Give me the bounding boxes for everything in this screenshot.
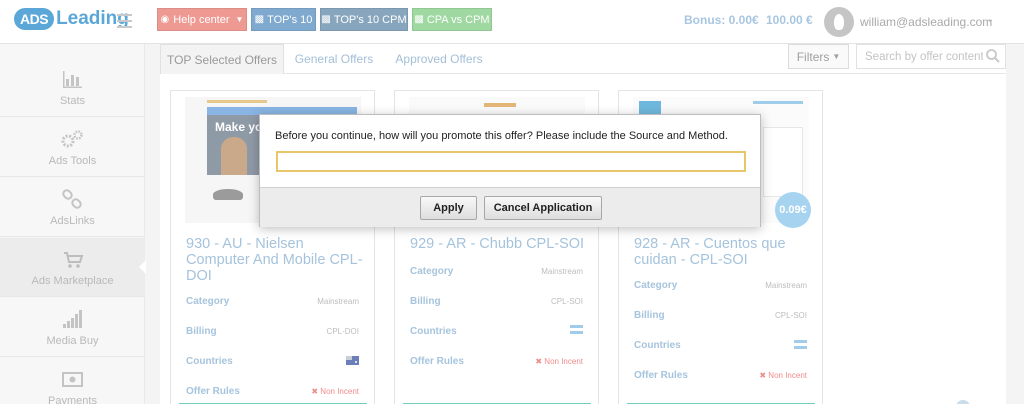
sidebar-item-label: Payments	[48, 395, 97, 404]
help-center-button[interactable]: ◉ Help center ▼	[157, 8, 247, 31]
thumbnail-form	[763, 127, 803, 197]
offer-rules-value: ✖ Non Incent	[535, 357, 583, 366]
bar-chart-icon	[63, 71, 82, 88]
sidebar-item-label: Media Buy	[46, 335, 99, 347]
gears-icon	[61, 130, 83, 148]
apply-button[interactable]: Apply	[420, 196, 477, 220]
offer-rules-value: ✖ Non Incent	[311, 387, 359, 396]
offer-title[interactable]: 929 - AR - Chubb CPL-SOI	[410, 236, 590, 252]
category-label: Category	[634, 280, 678, 291]
category-label: Category	[186, 296, 230, 307]
brand-logo[interactable]: ADS Leading	[14, 8, 129, 30]
thumbnail-logo	[484, 103, 516, 107]
tab-top-selected-offers[interactable]: TOP Selected Offers	[160, 44, 284, 74]
thumbnail-logo	[639, 101, 661, 115]
sidebar-item-label: Ads Tools	[48, 155, 97, 167]
dialog-message: Before you continue, how will you promot…	[275, 130, 728, 142]
sidebar-item-stats[interactable]: Stats	[0, 58, 145, 117]
thumbnail-device	[213, 189, 243, 200]
link-icon	[62, 189, 82, 209]
countries-label: Countries	[410, 326, 457, 337]
sidebar-item-label: Ads Marketplace	[31, 275, 114, 287]
caret-down-icon: ▼	[832, 52, 841, 61]
category-value: Mainstream	[541, 267, 583, 276]
tops-10-button[interactable]: ▩ TOP's 10	[251, 8, 316, 31]
cancel-application-button[interactable]: Cancel Application	[484, 196, 602, 220]
sidebar-item-ads-tools[interactable]: Ads Tools	[0, 118, 145, 177]
billing-label: Billing	[186, 326, 217, 337]
bar-chart-icon: ▩	[321, 14, 331, 25]
sidebar-item-label: Stats	[59, 95, 86, 107]
offer-rules-value: ✖ Non Incent	[759, 371, 807, 380]
category-value: Mainstream	[317, 297, 359, 306]
bar-chart-icon: ▩	[414, 14, 424, 25]
tab-general-offers[interactable]: General Offers	[284, 44, 384, 74]
tops-10-cpm-button[interactable]: ▩ TOP's 10 CPM	[320, 8, 408, 31]
filters-button[interactable]: Filters ▼	[788, 44, 849, 69]
dialog-footer: Apply Cancel Application	[260, 187, 760, 227]
tops-10-cpm-label: TOP's 10 CPM	[333, 13, 407, 26]
billing-label: Billing	[410, 296, 441, 307]
search-icon[interactable]	[985, 48, 1001, 64]
logo-badge: ADS	[14, 8, 55, 30]
offer-title[interactable]: 928 - AR - Cuentos que cuidan - CPL-SOI	[634, 236, 814, 268]
sidebar-item-payments[interactable]: Payments	[0, 358, 145, 404]
offer-rules-text: Non Incent	[320, 387, 359, 396]
user-avatar[interactable]	[824, 7, 854, 37]
sidebar-item-label: AdsLinks	[50, 215, 95, 227]
user-menu-chevron-icon[interactable]: ⌄	[986, 14, 994, 25]
close-icon: ✖	[311, 387, 319, 396]
category-label: Category	[410, 266, 454, 277]
cpa-vs-cpm-label: CPA vs CPM	[426, 13, 490, 26]
argentina-flag-icon	[794, 340, 807, 349]
offer-rules-label: Offer Rules	[634, 370, 688, 381]
billing-label: Billing	[634, 310, 665, 321]
money-icon	[62, 372, 83, 387]
countries-label: Countries	[634, 340, 681, 351]
tabs-divider	[284, 73, 1006, 74]
cpa-vs-cpm-button[interactable]: ▩ CPA vs CPM	[412, 8, 492, 31]
billing-value: CPL-SOI	[550, 297, 583, 306]
filters-label: Filters	[796, 49, 830, 64]
account-balance: 100.00 €	[766, 13, 813, 27]
tab-approved-offers[interactable]: Approved Offers	[384, 44, 494, 74]
promotion-method-input[interactable]	[276, 151, 746, 172]
user-email[interactable]: william@adsleading.com	[860, 15, 992, 29]
promotion-method-dialog: Before you continue, how will you promot…	[259, 114, 761, 227]
billing-value: CPL-DOI	[326, 327, 359, 336]
offer-search-input[interactable]	[857, 45, 983, 68]
search-box	[856, 44, 1006, 69]
signal-bars-icon	[63, 310, 82, 328]
sidebar-item-ads-marketplace[interactable]: Ads Marketplace	[0, 238, 146, 297]
sidebar-item-media-buy[interactable]: Media Buy	[0, 298, 145, 357]
payout-badge: 0.09€	[775, 192, 811, 228]
hamburger-menu-icon[interactable]	[117, 14, 132, 32]
cart-icon	[64, 252, 84, 268]
offer-rules-label: Offer Rules	[186, 386, 240, 397]
thumbnail-nav	[753, 101, 803, 104]
top-bar: ADS Leading ◉ Help center ▼ ▩ TOP's 10 ▩…	[0, 0, 1024, 44]
offer-rules-text: Non Incent	[768, 371, 807, 380]
thumbnail-logo	[207, 97, 357, 105]
category-value: Mainstream	[765, 281, 807, 290]
lifebuoy-icon: ◉	[160, 14, 170, 25]
offer-rules-text: Non Incent	[544, 357, 583, 366]
argentina-flag-icon	[570, 325, 583, 334]
close-icon: ✖	[535, 357, 543, 366]
chevron-down-icon: ▼	[235, 15, 244, 24]
offer-title[interactable]: 930 - AU - Nielsen Computer And Mobile C…	[186, 236, 366, 284]
sidebar-item-adslinks[interactable]: AdsLinks	[0, 178, 145, 237]
close-icon: ✖	[759, 371, 767, 380]
countries-label: Countries	[186, 356, 233, 367]
bar-chart-icon: ▩	[254, 14, 265, 25]
bonus-amount: Bonus: 0.00€	[684, 13, 759, 27]
offer-rules-label: Offer Rules	[410, 356, 464, 367]
sidebar: Stats Ads Tools AdsLinks Ads Marketplace	[0, 44, 146, 404]
help-center-label: Help center	[173, 13, 230, 26]
australia-flag-icon	[346, 356, 359, 365]
tops-10-label: TOP's 10	[267, 13, 313, 26]
billing-value: CPL-SOI	[774, 311, 807, 320]
